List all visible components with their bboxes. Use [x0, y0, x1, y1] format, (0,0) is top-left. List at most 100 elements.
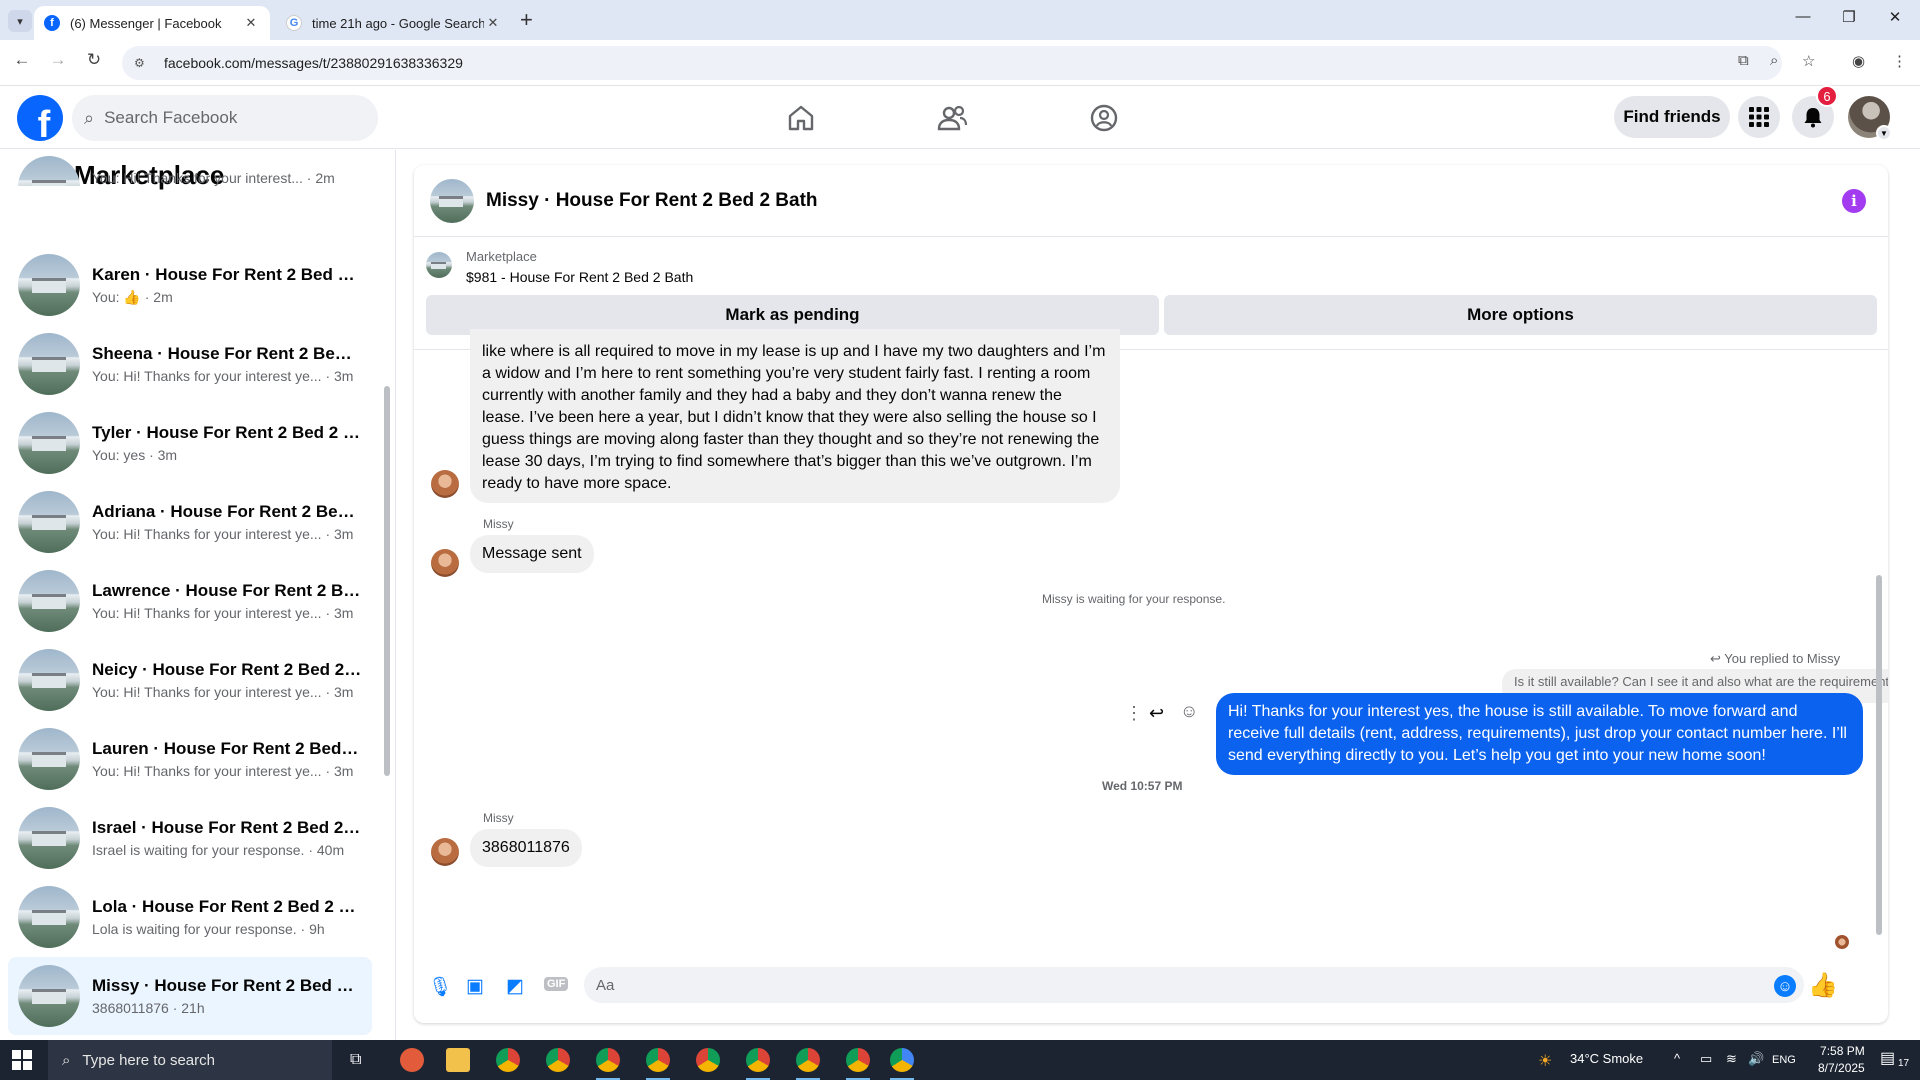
taskbar-search-input[interactable]: ⌕ Type here to search	[48, 1040, 332, 1080]
tab-label: time 21h ago - Google Search	[312, 15, 484, 31]
file-explorer-icon[interactable]	[446, 1048, 470, 1072]
google-favicon-icon: G	[286, 15, 302, 31]
sticker-icon[interactable]: ◩	[506, 975, 524, 998]
chat-title[interactable]: Missy · House For Rent 2 Bed 2 Bath	[486, 190, 818, 212]
emoji-icon[interactable]: ☺	[1774, 975, 1796, 997]
chat-listing-thumbnail[interactable]	[430, 178, 474, 223]
site-info-icon[interactable]: ⚙	[134, 56, 150, 70]
new-tab-icon[interactable]: +	[520, 8, 533, 32]
more-options-button[interactable]: More options	[1164, 295, 1877, 335]
conversation-item[interactable]: Neicy · House For Rent 2 Bed 2 ... You: …	[8, 641, 372, 719]
task-view-icon[interactable]: ⧉	[350, 1051, 361, 1069]
language-indicator[interactable]: ENG	[1772, 1054, 1796, 1066]
conversation-name: Adriana · House For Rent 2 Bed ...	[92, 502, 362, 521]
weather-icon[interactable]: ☀	[1538, 1051, 1552, 1071]
minimize-icon[interactable]: —	[1780, 8, 1826, 25]
install-app-icon[interactable]: ⧉	[1738, 52, 1749, 69]
close-window-icon[interactable]: ✕	[1872, 8, 1918, 26]
conversation-item[interactable]: Lauren · House For Rent 2 Bed 2 ... You:…	[8, 720, 372, 798]
facebook-search-input[interactable]: ⌕ Search Facebook	[72, 95, 378, 141]
chrome-icon[interactable]	[796, 1048, 820, 1080]
wifi-icon[interactable]: ≋	[1726, 1051, 1737, 1067]
conversation-name: Israel · House For Rent 2 Bed 2 B...	[92, 818, 362, 837]
conversation-snippet: You: Hi! Thanks for your interest... · 2…	[92, 170, 335, 186]
conversation-snippet: Israel is waiting for your response. · 4…	[92, 842, 345, 858]
listing-thumbnail	[18, 965, 80, 1027]
conversation-item[interactable]: Karen · House For Rent 2 Bed 2 ... You: …	[8, 246, 372, 324]
listing-thumbnail	[18, 649, 80, 711]
listing-title[interactable]: $981 - House For Rent 2 Bed 2 Bath	[466, 269, 693, 285]
close-tab-icon[interactable]: ✕	[242, 15, 260, 31]
conversation-sidebar: ← Marketplace You: Hi! Thanks for your i…	[0, 150, 396, 1040]
conversation-snippet: You: Hi! Thanks for your interest ye... …	[92, 763, 354, 779]
address-bar[interactable]: ⚙ facebook.com/messages/t/23880291638336…	[122, 46, 1782, 80]
conversation-item[interactable]: Lola · House For Rent 2 Bed 2 Ba... Lola…	[8, 878, 372, 956]
chrome-icon[interactable]	[846, 1048, 870, 1080]
conversation-item[interactable]: Adriana · House For Rent 2 Bed ... You: …	[8, 483, 372, 561]
forward-icon[interactable]: →	[46, 50, 70, 70]
sidebar-scrollbar[interactable]	[384, 386, 390, 776]
info-icon[interactable]: i	[1842, 189, 1866, 213]
groups-icon[interactable]	[1088, 102, 1120, 134]
notification-badge: 6	[1816, 85, 1838, 107]
conversation-item-partial[interactable]: You: Hi! Thanks for your interest... · 2…	[8, 150, 372, 186]
chevron-up-icon[interactable]: ^	[1674, 1051, 1680, 1066]
chrome-icon[interactable]	[696, 1048, 720, 1072]
tab-google-search[interactable]: G time 21h ago - Google Search ✕	[276, 6, 512, 40]
reply-icon[interactable]: ↩	[1149, 703, 1164, 724]
volume-icon[interactable]: 🔊	[1748, 1051, 1764, 1067]
react-emoji-icon[interactable]: ☺	[1180, 701, 1198, 722]
friends-icon[interactable]	[936, 102, 968, 134]
conversation-item-active[interactable]: Missy · House For Rent 2 Bed 2 ... 38680…	[8, 957, 372, 1035]
chat-scrollbar[interactable]	[1876, 575, 1882, 935]
listing-thumbnail[interactable]	[426, 252, 452, 278]
conversation-name: Tyler · House For Rent 2 Bed 2 B...	[92, 423, 362, 442]
weather-text[interactable]: 34°C Smoke	[1570, 1051, 1643, 1066]
message-input[interactable]: Aa	[584, 967, 1804, 1003]
clock[interactable]: 7:58 PM 8/7/2025	[1818, 1043, 1865, 1077]
tab-search-menu-icon[interactable]: ▾	[8, 10, 32, 32]
photo-icon[interactable]: ▣	[466, 975, 484, 998]
waiting-notice: Missy is waiting for your response.	[1042, 592, 1226, 606]
zoom-icon[interactable]: ⌕	[1770, 52, 1778, 69]
listing-thumbnail	[18, 412, 80, 474]
find-friends-button[interactable]: Find friends	[1614, 96, 1730, 138]
listing-thumbnail	[18, 728, 80, 790]
chrome-icon[interactable]	[746, 1048, 770, 1080]
tab-messenger[interactable]: f (6) Messenger | Facebook ✕	[34, 6, 270, 40]
profile-icon[interactable]: ◉	[1852, 52, 1865, 70]
search-icon: ⌕	[62, 1051, 71, 1069]
chevron-down-icon[interactable]: ▼	[1876, 125, 1892, 141]
conversation-item[interactable]: Sheena · House For Rent 2 Bed 2... You: …	[8, 325, 372, 403]
chrome-icon[interactable]	[646, 1048, 670, 1080]
chrome-icon[interactable]	[890, 1048, 914, 1080]
restore-icon[interactable]: ❐	[1826, 8, 1872, 26]
reload-icon[interactable]: ↻	[82, 50, 106, 70]
message-composer: 🎙 ▣ ◩ GIF Aa ☺ 👍	[414, 955, 1888, 1015]
conversation-snippet: 3868011876 · 21h	[92, 1000, 205, 1016]
incoming-message: like where is all required to move in my…	[470, 329, 1120, 503]
windows-start-icon[interactable]	[12, 1050, 32, 1070]
more-actions-icon[interactable]: ⋮	[1125, 703, 1143, 724]
conversation-item[interactable]: Lawrence · House For Rent 2 Be... You: H…	[8, 562, 372, 640]
home-icon[interactable]	[785, 102, 817, 134]
listing-thumbnail	[18, 254, 80, 316]
bookmark-star-icon[interactable]: ☆	[1802, 52, 1815, 70]
conversation-item[interactable]: Tyler · House For Rent 2 Bed 2 B... You:…	[8, 404, 372, 482]
chrome-icon[interactable]	[496, 1048, 520, 1072]
facebook-logo-icon[interactable]: f	[17, 95, 63, 141]
menu-grid-button[interactable]	[1738, 96, 1780, 138]
microphone-icon[interactable]: 🎙	[428, 975, 452, 999]
back-icon[interactable]: ←	[10, 50, 34, 70]
app-icon[interactable]	[400, 1048, 424, 1072]
close-tab-icon[interactable]: ✕	[484, 15, 502, 31]
gif-icon[interactable]: GIF	[544, 977, 569, 991]
thumbs-up-icon[interactable]: 👍	[1808, 971, 1838, 1000]
conversation-item[interactable]: Israel · House For Rent 2 Bed 2 B... Isr…	[8, 799, 372, 877]
chrome-icon[interactable]	[546, 1048, 570, 1072]
display-icon[interactable]: ▭	[1700, 1051, 1712, 1067]
bell-icon	[1804, 108, 1822, 128]
browser-menu-icon[interactable]: ⋮	[1892, 52, 1907, 70]
notification-center-icon[interactable]: ▤	[1880, 1048, 1895, 1068]
chrome-icon[interactable]	[596, 1048, 620, 1080]
